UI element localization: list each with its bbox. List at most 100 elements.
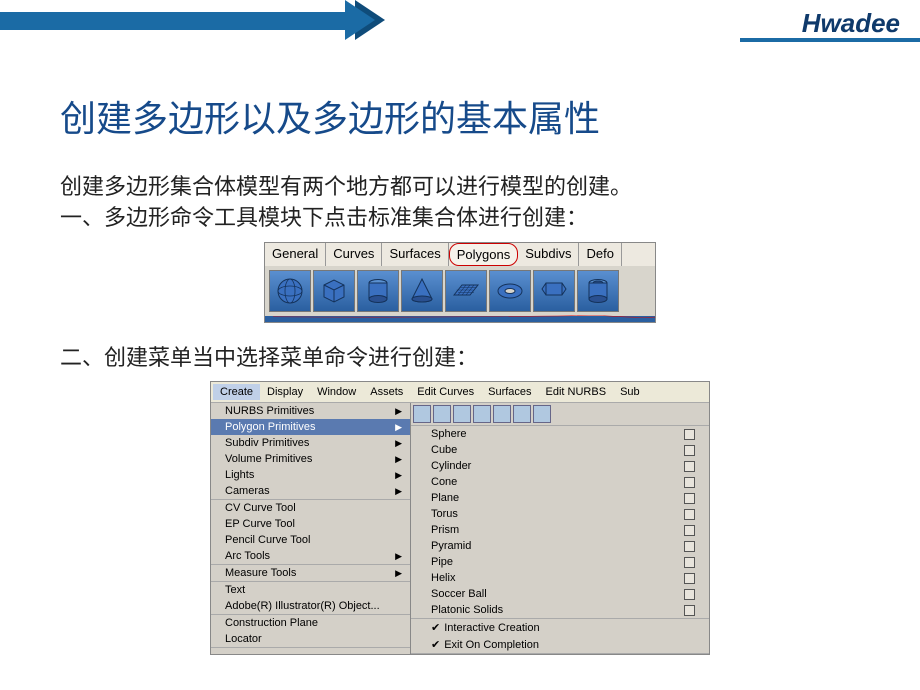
prism-icon[interactable]	[533, 270, 575, 312]
header-bar-decoration	[0, 12, 360, 30]
submenu-cylinder[interactable]: Cylinder	[411, 458, 709, 474]
toolbar-icon[interactable]	[433, 405, 451, 423]
menu-adobe[interactable]: Adobe(R) Illustrator(R) Object...	[211, 598, 410, 614]
menu-construction[interactable]: Construction Plane	[211, 615, 410, 631]
menu-assets[interactable]: Assets	[363, 384, 410, 400]
section1-text: 一、多边形命令工具模块下点击标准集合体进行创建：	[60, 203, 860, 234]
sphere-icon[interactable]	[269, 270, 311, 312]
submenu-platonic[interactable]: Platonic Solids	[411, 602, 709, 618]
menu-polygon-primitives[interactable]: Polygon Primitives▶	[211, 419, 410, 435]
submenu-prism[interactable]: Prism	[411, 522, 709, 538]
submenu-arrow-icon: ▶	[395, 438, 402, 449]
cube-icon[interactable]	[313, 270, 355, 312]
toolbar-icon[interactable]	[453, 405, 471, 423]
option-box-icon[interactable]	[684, 541, 695, 552]
toolbar-icon[interactable]	[473, 405, 491, 423]
submenu-arrow-icon: ▶	[395, 422, 402, 433]
submenu-pyramid[interactable]: Pyramid	[411, 538, 709, 554]
menu-surfaces[interactable]: Surfaces	[481, 384, 538, 400]
submenu-plane[interactable]: Plane	[411, 490, 709, 506]
submenu-interactive[interactable]: ✔Interactive Creation	[411, 619, 709, 636]
option-box-icon[interactable]	[684, 477, 695, 488]
red-annotation	[269, 315, 659, 318]
menu-locator[interactable]: Locator	[211, 631, 410, 647]
submenu-soccer[interactable]: Soccer Ball	[411, 586, 709, 602]
option-box-icon[interactable]	[684, 461, 695, 472]
polygon-submenu: Sphere Cube Cylinder Cone Plane Torus Pr…	[411, 403, 709, 654]
option-box-icon[interactable]	[684, 573, 695, 584]
torus-icon[interactable]	[489, 270, 531, 312]
section2-text: 二、创建菜单当中选择菜单命令进行创建：	[60, 343, 860, 374]
header-arrow-decoration	[355, 0, 385, 40]
slide-title: 创建多边形以及多边形的基本属性	[60, 90, 860, 142]
submenu-sphere[interactable]: Sphere	[411, 426, 709, 442]
submenu-helix[interactable]: Helix	[411, 570, 709, 586]
shelf-screenshot: General Curves Surfaces Polygons Subdivs…	[264, 242, 656, 323]
option-box-icon[interactable]	[684, 589, 695, 600]
menu-body: NURBS Primitives▶ Polygon Primitives▶ Su…	[211, 403, 709, 654]
menu-arc-tools[interactable]: Arc Tools▶	[211, 548, 410, 564]
plane-icon[interactable]	[445, 270, 487, 312]
menu-display[interactable]: Display	[260, 384, 310, 400]
tab-general[interactable]: General	[265, 243, 326, 266]
submenu-cube[interactable]: Cube	[411, 442, 709, 458]
toolbar-icon[interactable]	[493, 405, 511, 423]
brand-underline	[740, 38, 920, 42]
submenu-arrow-icon: ▶	[395, 486, 402, 497]
submenu-arrow-icon: ▶	[395, 551, 402, 562]
option-box-icon[interactable]	[684, 557, 695, 568]
tab-surfaces[interactable]: Surfaces	[382, 243, 448, 266]
menu-measure[interactable]: Measure Tools▶	[211, 565, 410, 581]
toolbar-icon[interactable]	[413, 405, 431, 423]
check-icon: ✔	[431, 622, 440, 634]
menu-screenshot: Create Display Window Assets Edit Curves…	[210, 381, 710, 655]
check-icon: ✔	[431, 639, 440, 651]
menu-pencil-curve[interactable]: Pencil Curve Tool	[211, 532, 410, 548]
menu-volume-primitives[interactable]: Volume Primitives▶	[211, 451, 410, 467]
menu-create[interactable]: Create	[213, 384, 260, 400]
menu-ep-curve[interactable]: EP Curve Tool	[211, 516, 410, 532]
slide-header: Hwadee	[0, 0, 920, 40]
intro-text: 创建多边形集合体模型有两个地方都可以进行模型的创建。	[60, 172, 860, 203]
menu-window[interactable]: Window	[310, 384, 363, 400]
toolbar-icon[interactable]	[513, 405, 531, 423]
option-box-icon[interactable]	[684, 445, 695, 456]
toolbar-strip	[411, 403, 709, 426]
toolbar-icon[interactable]	[533, 405, 551, 423]
submenu-pipe[interactable]: Pipe	[411, 554, 709, 570]
submenu-torus[interactable]: Torus	[411, 506, 709, 522]
cylinder-icon[interactable]	[357, 270, 399, 312]
submenu-arrow-icon: ▶	[395, 470, 402, 481]
option-box-icon[interactable]	[684, 605, 695, 616]
create-menu: NURBS Primitives▶ Polygon Primitives▶ Su…	[211, 403, 411, 654]
slide-content: 创建多边形以及多边形的基本属性 创建多边形集合体模型有两个地方都可以进行模型的创…	[0, 40, 920, 675]
submenu-arrow-icon: ▶	[395, 406, 402, 417]
menu-subdiv-primitives[interactable]: Subdiv Primitives▶	[211, 435, 410, 451]
menu-edit-curves[interactable]: Edit Curves	[410, 384, 481, 400]
menu-sub[interactable]: Sub	[613, 384, 647, 400]
submenu-exit[interactable]: ✔Exit On Completion	[411, 636, 709, 653]
menu-nurbs-primitives[interactable]: NURBS Primitives▶	[211, 403, 410, 419]
submenu-cone[interactable]: Cone	[411, 474, 709, 490]
tab-curves[interactable]: Curves	[326, 243, 382, 266]
option-box-icon[interactable]	[684, 429, 695, 440]
option-box-icon[interactable]	[684, 509, 695, 520]
pipe-icon[interactable]	[577, 270, 619, 312]
menu-text[interactable]: Text	[211, 582, 410, 598]
tab-defo[interactable]: Defo	[579, 243, 621, 266]
menu-lights[interactable]: Lights▶	[211, 467, 410, 483]
tab-polygons[interactable]: Polygons	[449, 243, 518, 266]
brand-logo: Hwadee	[802, 8, 900, 39]
option-box-icon[interactable]	[684, 525, 695, 536]
tab-subdivs[interactable]: Subdivs	[518, 243, 579, 266]
submenu-arrow-icon: ▶	[395, 568, 402, 579]
menu-cameras[interactable]: Cameras▶	[211, 483, 410, 499]
option-box-icon[interactable]	[684, 493, 695, 504]
shelf-tabs: General Curves Surfaces Polygons Subdivs…	[265, 243, 655, 266]
menu-cv-curve[interactable]: CV Curve Tool	[211, 500, 410, 516]
submenu-arrow-icon: ▶	[395, 454, 402, 465]
app-menubar: Create Display Window Assets Edit Curves…	[211, 382, 709, 403]
cone-icon[interactable]	[401, 270, 443, 312]
menu-edit-nurbs[interactable]: Edit NURBS	[539, 384, 614, 400]
polygon-shelf	[265, 266, 655, 316]
